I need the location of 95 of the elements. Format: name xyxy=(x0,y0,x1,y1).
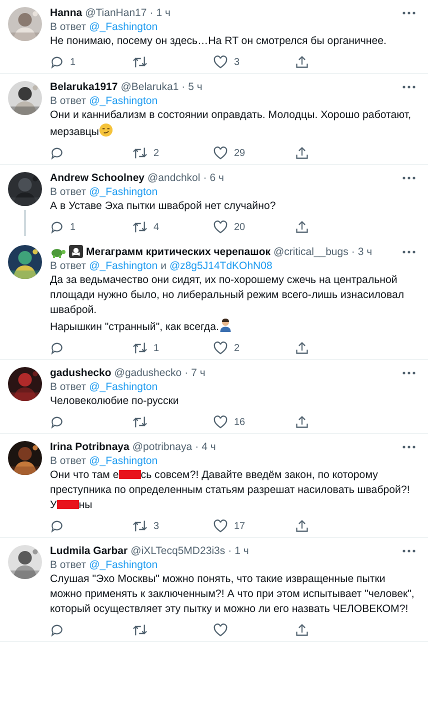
user-name[interactable]: Belaruka1917 xyxy=(50,81,118,93)
more-icon[interactable] xyxy=(402,250,416,254)
tweet-text: Человеколюбие по-русски xyxy=(50,394,180,409)
action-count: 20 xyxy=(234,222,246,232)
user-handle[interactable]: @iXLTecq5MD23i3s xyxy=(130,545,226,557)
reply-icon[interactable] xyxy=(50,519,64,533)
retweet-icon[interactable] xyxy=(132,55,148,69)
action-count: 2 xyxy=(154,148,160,158)
timestamp[interactable]: 6 ч xyxy=(210,172,224,184)
share-icon[interactable] xyxy=(294,341,308,355)
action-count: 4 xyxy=(154,222,160,232)
timestamp[interactable]: 1 ч xyxy=(156,7,170,19)
timestamp[interactable]: 5 ч xyxy=(188,81,202,93)
separator-dot: · xyxy=(184,367,188,379)
separator-dot: · xyxy=(203,172,207,184)
reply-icon[interactable] xyxy=(50,341,64,355)
reply-icon[interactable] xyxy=(50,220,64,234)
user-name[interactable]: gadushecko xyxy=(50,367,112,379)
action-count: 16 xyxy=(234,416,246,428)
action-count: 1 xyxy=(70,222,76,232)
separator-dot: · xyxy=(228,545,232,557)
action-count: 1 xyxy=(154,342,160,354)
more-icon[interactable] xyxy=(402,11,416,15)
heart-icon[interactable] xyxy=(213,415,228,429)
reply-label: В ответ xyxy=(50,260,86,272)
timestamp[interactable]: 7 ч xyxy=(191,367,206,379)
reply-label: В ответ xyxy=(50,95,86,107)
separator-dot: · xyxy=(195,441,199,453)
more-icon[interactable] xyxy=(402,549,416,553)
more-icon[interactable] xyxy=(402,445,416,449)
reply-label: и xyxy=(160,260,166,272)
share-icon[interactable] xyxy=(294,623,308,637)
action-count: 1 xyxy=(70,56,76,68)
reply-icon[interactable] xyxy=(50,623,64,637)
heart-icon[interactable] xyxy=(213,55,228,69)
redaction-mark xyxy=(56,500,79,509)
timestamp[interactable]: 1 ч xyxy=(234,545,249,557)
share-icon[interactable] xyxy=(294,146,308,160)
action-count: 29 xyxy=(234,148,246,158)
action-count: 3 xyxy=(154,520,160,532)
tweet-text: Не понимаю, посему он здесь…На RT он смотрелся бы органичнее. xyxy=(50,34,388,49)
reply-icon[interactable] xyxy=(50,415,64,429)
share-icon[interactable] xyxy=(294,519,308,533)
reply-label: В ответ xyxy=(50,21,86,33)
user-handle[interactable]: @potribnaya xyxy=(132,441,192,453)
heart-icon[interactable] xyxy=(213,623,228,637)
user-handle[interactable]: @gadushecko xyxy=(114,367,182,379)
heart-icon[interactable] xyxy=(213,341,228,355)
reply-label: В ответ xyxy=(50,381,86,393)
separator-dot: · xyxy=(150,7,154,19)
tweet-text: А в Уставе Эха пытки шваброй нет случайно? xyxy=(50,199,277,214)
timestamp[interactable]: 4 ч xyxy=(202,441,216,453)
reply-label: В ответ xyxy=(50,186,86,198)
share-icon[interactable] xyxy=(294,415,308,429)
person-icon xyxy=(218,318,232,332)
retweet-icon[interactable] xyxy=(132,220,148,234)
more-icon[interactable] xyxy=(402,371,416,375)
reply-icon[interactable] xyxy=(50,55,64,69)
share-icon[interactable] xyxy=(294,55,308,69)
retweet-icon[interactable] xyxy=(132,341,148,355)
pirate-flag-icon xyxy=(69,245,83,258)
user-name[interactable]: Andrew Schoolney xyxy=(50,172,145,184)
tweet-text: Они что там е сь совсем?! Давайте введём закон, по которому преступника по определенным статьям разрешат насиловать шваброй?! У ны xyxy=(50,468,411,513)
more-icon[interactable] xyxy=(402,176,416,180)
retweet-icon[interactable] xyxy=(132,146,148,160)
reply-label: В ответ xyxy=(50,455,86,467)
heart-icon[interactable] xyxy=(213,146,228,160)
action-count: 3 xyxy=(234,56,240,68)
reply-label: В ответ xyxy=(50,559,86,571)
user-handle[interactable]: @Belaruka1 xyxy=(120,81,179,93)
separator-dot: · xyxy=(182,81,186,93)
user-handle[interactable]: @andchkol xyxy=(148,172,200,184)
more-icon[interactable] xyxy=(402,85,416,89)
user-handle[interactable]: @TianHan17 xyxy=(85,7,147,19)
tweet-text: Они и каннибализм в состоянии оправдать. Молодцы. Хорошо работают, мерзавцы xyxy=(50,108,412,140)
reply-icon[interactable] xyxy=(50,146,64,160)
smirk-face-icon xyxy=(99,123,114,137)
user-name[interactable]: Мегаграмм критических черепашок xyxy=(86,246,270,258)
retweet-icon[interactable] xyxy=(132,415,148,429)
action-count: 2 xyxy=(234,342,240,354)
user-name[interactable]: Irina Potribnaya xyxy=(50,441,130,453)
retweet-icon[interactable] xyxy=(132,623,148,637)
heart-icon[interactable] xyxy=(213,519,228,533)
user-handle[interactable]: @critical__bugs xyxy=(274,246,348,258)
user-name[interactable]: Hanna xyxy=(50,7,82,19)
redaction-mark xyxy=(118,470,141,479)
share-icon[interactable] xyxy=(294,220,308,234)
user-name[interactable]: Ludmila Garbar xyxy=(50,545,128,557)
action-count: 17 xyxy=(234,520,246,532)
heart-icon[interactable] xyxy=(213,220,228,234)
timestamp[interactable]: 3 ч xyxy=(358,246,372,258)
retweet-icon[interactable] xyxy=(132,519,148,533)
tweet-text: Слушая "Эхо Москвы" можно понять, что такие извращенные пытки можно применять к заключенным?! А что при этом испытывает "человек", который осуществляет эту пытку и можно ли его назвать ЧЕЛОВЕКОМ?! xyxy=(50,572,416,617)
separator-dot: · xyxy=(351,246,355,258)
tweet-text: Да за ведьмачество они сидят, их по-хорошему сжечь на центральной площади нужно было, но либеральный режим всего-лишь изнасиловал шваброй. Нарышкин "странный", как всегда. xyxy=(50,273,406,335)
